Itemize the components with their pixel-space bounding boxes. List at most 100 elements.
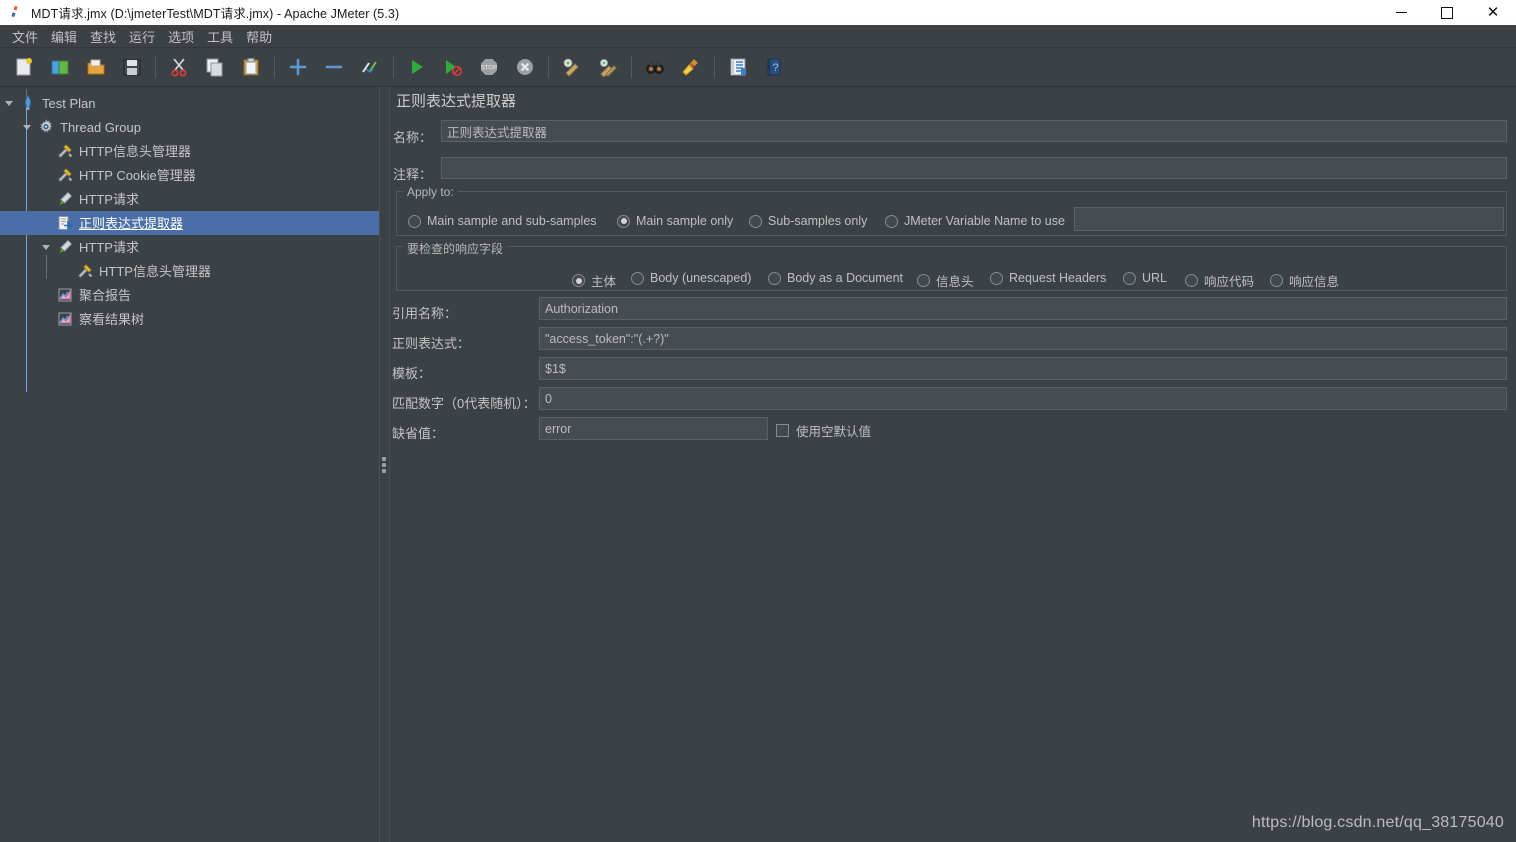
radio-main-only[interactable]: Main sample only [617, 214, 733, 228]
menu-file[interactable]: 文件 [6, 25, 44, 48]
tree-node-aggregate-report[interactable]: 聚合报告 [0, 283, 379, 307]
radio-response-code[interactable]: 响应代码 [1185, 271, 1254, 290]
tree-node-cookie-manager[interactable]: HTTP Cookie管理器 [0, 163, 379, 187]
toolbar-clear[interactable] [557, 52, 587, 82]
radio-jmeter-variable[interactable]: JMeter Variable Name to use [885, 214, 1065, 228]
toggle-icon [362, 61, 377, 74]
toolbar-search[interactable] [640, 52, 670, 82]
reset-search-broom-icon [682, 59, 698, 76]
maximize-button[interactable] [1424, 0, 1470, 25]
toolbar-function-helper[interactable] [723, 52, 753, 82]
tree-node-label: HTTP信息头管理器 [79, 143, 191, 159]
shutdown-icon [517, 59, 533, 75]
split-divider[interactable] [379, 87, 390, 842]
cookie-manager-icon [55, 165, 75, 185]
svg-text:STOP: STOP [481, 66, 497, 72]
radio-label: JMeter Variable Name to use [904, 214, 1065, 228]
use-empty-default-checkbox[interactable]: 使用空默认值 [776, 421, 871, 440]
toolbar-shutdown[interactable] [510, 52, 540, 82]
tree-node-http-request-2[interactable]: HTTP请求 [0, 235, 379, 259]
menu-bar: 文件 编辑 查找 运行 选项 工具 帮助 [0, 25, 1516, 48]
toolbar-cut[interactable] [164, 52, 194, 82]
splitter-grip[interactable] [382, 456, 386, 473]
regex-extractor-icon [55, 213, 75, 233]
open-folder-icon [87, 59, 105, 75]
radio-response-headers[interactable]: 信息头 [917, 271, 974, 290]
match-number-input[interactable]: 0 [539, 387, 1507, 410]
toolbar-expand-all[interactable] [283, 52, 313, 82]
radio-body-unescaped[interactable]: Body (unescaped) [631, 271, 751, 285]
radio-label: Body as a Document [787, 271, 904, 285]
toolbar-save[interactable] [117, 52, 147, 82]
expand-arrow-http-request-2[interactable] [37, 235, 55, 259]
radio-label: 信息头 [936, 275, 974, 289]
tree-node-header-manager-2[interactable]: HTTP信息头管理器 [0, 259, 379, 283]
toolbar-reset-search[interactable] [676, 52, 706, 82]
tree-node-header-manager-1[interactable]: HTTP信息头管理器 [0, 139, 379, 163]
menu-search[interactable]: 查找 [84, 25, 122, 48]
toolbar-new[interactable] [9, 52, 39, 82]
aggregate-report-icon [55, 285, 75, 305]
toolbar-help[interactable]: ? [759, 52, 789, 82]
radio-circle [885, 214, 898, 228]
comment-input[interactable] [441, 157, 1507, 179]
toolbar-collapse-all[interactable] [319, 52, 349, 82]
toolbar-separator-2 [274, 56, 275, 78]
menu-tools[interactable]: 工具 [201, 25, 239, 48]
toolbar-start-no-timers[interactable] [438, 52, 468, 82]
toolbar-clear-all[interactable] [593, 52, 623, 82]
tree-node-thread-group[interactable]: Thread Group [0, 115, 379, 139]
default-value-input[interactable]: error [539, 417, 768, 440]
radio-request-headers[interactable]: Request Headers [990, 271, 1106, 285]
radio-label: Body (unescaped) [650, 271, 752, 285]
menu-help[interactable]: 帮助 [240, 25, 278, 48]
toolbar-copy[interactable] [200, 52, 230, 82]
minimize-button[interactable] [1378, 0, 1424, 25]
close-button[interactable]: ✕ [1470, 0, 1516, 25]
radio-circle [408, 214, 421, 228]
radio-circle [1123, 271, 1136, 285]
function-helper-icon [730, 58, 746, 76]
menu-options[interactable]: 选项 [162, 25, 200, 48]
expand-arrow-test-plan[interactable] [0, 91, 18, 115]
expand-arrow-thread-group[interactable] [18, 115, 36, 139]
template-input[interactable]: $1$ [539, 357, 1507, 380]
tree-node-view-results-tree[interactable]: 察看结果树 [0, 307, 379, 331]
toolbar-stop[interactable]: STOP [474, 52, 504, 82]
watermark-url: https://blog.csdn.net/qq_38175040 [1251, 814, 1504, 831]
save-floppy-icon [123, 59, 141, 76]
toolbar-start[interactable] [402, 52, 432, 82]
name-input[interactable]: 正则表达式提取器 [441, 120, 1507, 142]
menu-edit[interactable]: 编辑 [45, 25, 83, 48]
jmeter-variable-input[interactable] [1074, 207, 1504, 231]
toolbar-paste[interactable] [236, 52, 266, 82]
radio-sub-only[interactable]: Sub-samples only [749, 214, 867, 228]
test-plan-tree[interactable]: Test Plan Thread Group HTTP信息头管理器 HTTP C… [0, 87, 379, 842]
toolbar-open[interactable] [81, 52, 111, 82]
radio-circle [1270, 274, 1283, 287]
toolbar-toggle[interactable] [355, 52, 385, 82]
radio-url[interactable]: URL [1123, 271, 1167, 285]
regex-input[interactable]: "access_token":"(.+?)" [539, 327, 1507, 350]
tree-node-label: HTTP请求 [79, 191, 139, 207]
paste-clipboard-icon [243, 58, 259, 76]
toolbar-templates[interactable] [45, 52, 75, 82]
tree-node-label: Test Plan [42, 95, 96, 111]
tree-node-test-plan[interactable]: Test Plan [0, 91, 379, 115]
copy-icon [206, 58, 223, 77]
refname-input[interactable]: Authorization [539, 297, 1507, 320]
http-request-icon [55, 237, 75, 257]
radio-body[interactable]: 主体 [572, 271, 616, 290]
menu-run[interactable]: 运行 [123, 25, 161, 48]
tree-node-label: 聚合报告 [79, 287, 132, 303]
radio-body-as-document[interactable]: Body as a Document [768, 271, 903, 285]
template-label: 模板： [392, 366, 432, 381]
http-request-icon [55, 189, 75, 209]
help-book-icon: ? [767, 58, 781, 76]
plus-icon [289, 58, 307, 76]
view-results-tree-icon [55, 309, 75, 329]
radio-response-message[interactable]: 响应信息 [1270, 271, 1339, 290]
radio-main-and-sub[interactable]: Main sample and sub-samples [408, 214, 597, 228]
tree-node-http-request-1[interactable]: HTTP请求 [0, 187, 379, 211]
tree-node-regex-extractor[interactable]: 正则表达式提取器 [0, 211, 379, 235]
